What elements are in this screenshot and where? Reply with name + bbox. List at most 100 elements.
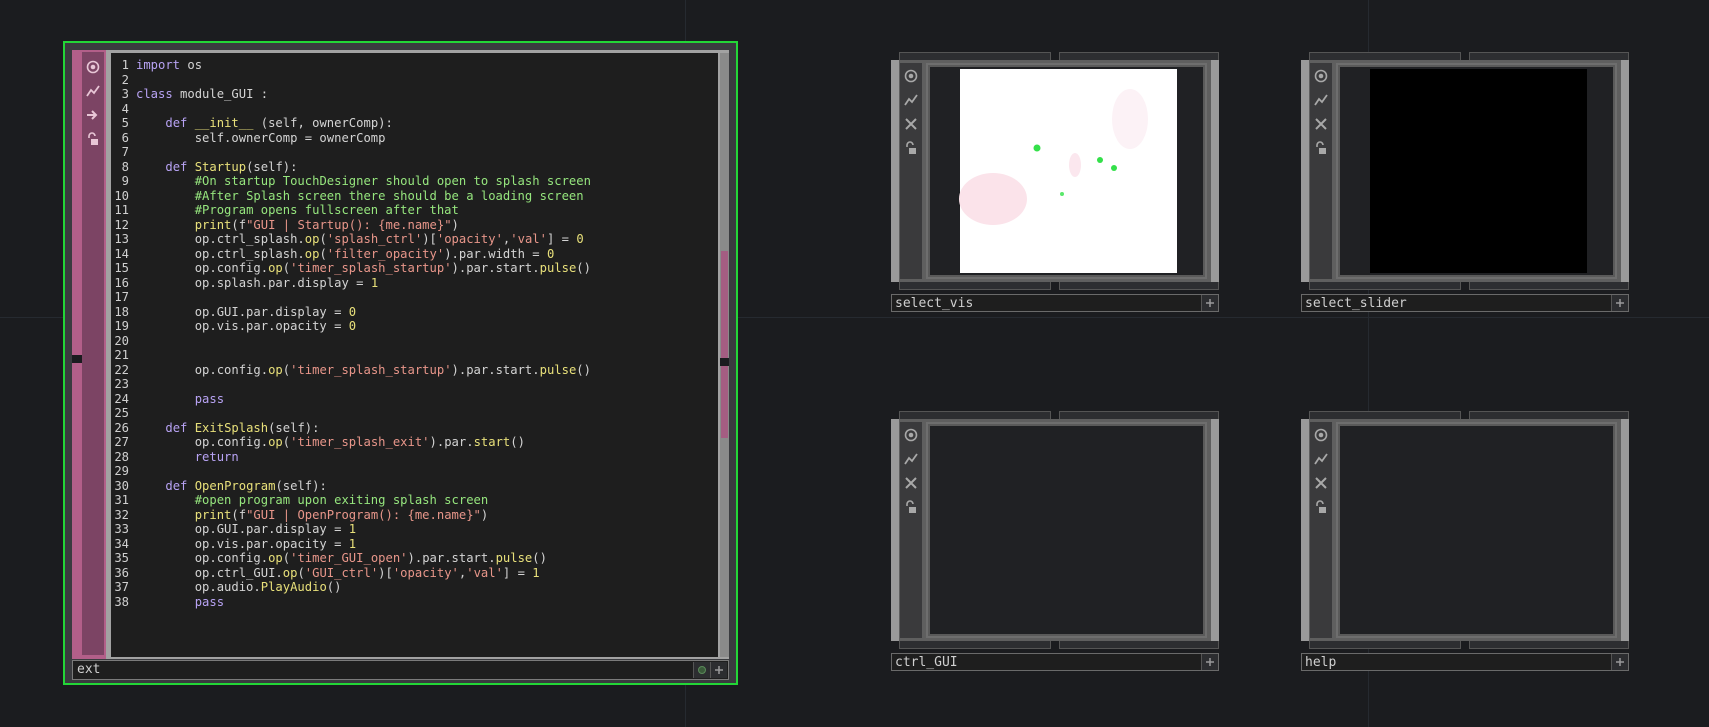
code-line[interactable]: 16 op.splash.par.display = 1	[111, 275, 378, 291]
cook-icon[interactable]	[82, 104, 104, 126]
comp-node-select-slider[interactable]: select_slider	[1301, 52, 1629, 322]
node-name-bar[interactable]: select_vis	[891, 294, 1219, 312]
output-connector[interactable]	[1469, 282, 1629, 290]
code-token: def	[165, 159, 195, 174]
code-token: (self):	[268, 420, 320, 435]
code-token: (f	[231, 507, 247, 522]
code-token: 'timer_splash_startup'	[290, 261, 452, 275]
code-token: print	[194, 507, 232, 522]
input-connector[interactable]	[1309, 52, 1461, 60]
bypass-icon[interactable]	[82, 80, 104, 102]
viewer-icon[interactable]	[1310, 424, 1332, 446]
output-connector[interactable]	[1469, 641, 1629, 649]
output-connector[interactable]	[1309, 641, 1461, 649]
code-token: PlayAudio	[260, 580, 327, 594]
input-connector[interactable]	[1469, 411, 1629, 419]
code-token: (self, ownerComp):	[253, 116, 393, 130]
code-line[interactable]: 22 op.config.op('timer_splash_startup').…	[111, 362, 591, 378]
node-name-label[interactable]: select_slider	[1305, 295, 1407, 311]
node-viewer[interactable]	[1336, 63, 1617, 279]
output-connector[interactable]	[899, 641, 1051, 649]
output-connector[interactable]	[899, 282, 1051, 290]
node-name-bar[interactable]: select_slider	[1301, 294, 1629, 312]
add-icon[interactable]	[710, 662, 727, 678]
output-connector[interactable]	[1059, 282, 1219, 290]
add-icon[interactable]	[1611, 654, 1628, 670]
code-token: ()	[532, 551, 547, 565]
code-line[interactable]: 6 self.ownerComp = ownerComp	[111, 130, 386, 146]
code-token: (	[282, 551, 291, 565]
code-token: )	[480, 507, 489, 522]
input-connector[interactable]	[899, 52, 1051, 60]
bypass-icon[interactable]	[900, 448, 922, 470]
bypass-icon[interactable]	[1310, 448, 1332, 470]
code-token: 1	[532, 565, 540, 580]
code-editor[interactable]: 1 import os 2 3 class module_GUI :45 def __i…	[111, 53, 718, 657]
node-viewer[interactable]	[926, 63, 1207, 279]
comp-node-ctrl-gui[interactable]: ctrl_GUI	[891, 411, 1219, 681]
input-connector[interactable]	[1059, 52, 1219, 60]
close-icon[interactable]	[900, 113, 922, 135]
viewer-icon[interactable]	[82, 56, 104, 78]
code-token: ).par.start.	[451, 362, 540, 377]
code-token: 0	[546, 246, 555, 261]
close-icon[interactable]	[900, 472, 922, 494]
add-icon[interactable]	[1201, 295, 1218, 311]
output-connector[interactable]	[1059, 641, 1219, 649]
code-token: 1	[370, 275, 379, 290]
code-line[interactable]: 19 op.vis.par.opacity = 0	[111, 318, 356, 334]
node-viewer[interactable]	[926, 422, 1207, 638]
lock-icon[interactable]	[900, 496, 922, 518]
code-token: ()	[326, 580, 342, 594]
node-name-bar[interactable]: ext	[72, 660, 729, 680]
viewer-icon[interactable]	[900, 65, 922, 87]
code-line[interactable]: 38 pass	[111, 594, 231, 610]
code-token: 'val'	[510, 232, 547, 246]
input-connector[interactable]	[899, 411, 1051, 419]
close-icon[interactable]	[1310, 472, 1332, 494]
node-name-label[interactable]: ext	[77, 661, 100, 679]
node-name-label[interactable]: select_vis	[895, 295, 973, 311]
code-token: 'timer_splash_startup'	[290, 362, 452, 377]
lock-icon[interactable]	[82, 128, 104, 150]
viewer-icon[interactable]	[1310, 65, 1332, 87]
scrollbar[interactable]	[720, 53, 729, 657]
lock-icon[interactable]	[900, 137, 922, 159]
code-token: op	[268, 261, 283, 275]
node-name-bar[interactable]: ctrl_GUI	[891, 653, 1219, 671]
code-token: ()	[576, 362, 591, 377]
add-icon[interactable]	[1201, 654, 1218, 670]
comp-node-select-vis[interactable]: select_vis	[891, 52, 1219, 322]
add-icon[interactable]	[1611, 295, 1628, 311]
input-connector[interactable]	[1309, 411, 1461, 419]
code-token: pulse	[495, 551, 533, 565]
scrollbar-thumb[interactable]	[721, 251, 728, 438]
code-token: class	[136, 87, 181, 101]
code-token: ).par.start.	[407, 551, 496, 565]
bypass-icon[interactable]	[1310, 89, 1332, 111]
dat-node-ext[interactable]: 1 import os 2 3 class module_GUI :45 def __i…	[63, 41, 738, 685]
code-token: def	[165, 116, 195, 130]
input-connector[interactable]	[1469, 52, 1629, 60]
node-viewer[interactable]	[1336, 422, 1617, 638]
viewer-active-icon[interactable]	[693, 662, 710, 678]
bypass-icon[interactable]	[900, 89, 922, 111]
input-connector[interactable]	[1059, 411, 1219, 419]
code-token: ] =	[502, 565, 533, 580]
viewer-icon[interactable]	[900, 424, 922, 446]
code-token: return	[194, 449, 247, 464]
node-name-bar[interactable]: help	[1301, 653, 1629, 671]
comp-node-help[interactable]: help	[1301, 411, 1629, 681]
lock-icon[interactable]	[1310, 496, 1332, 518]
code-token: __init__	[194, 116, 254, 130]
code-token: pulse	[539, 362, 577, 377]
node-name-label[interactable]: ctrl_GUI	[895, 654, 958, 670]
node-name-label[interactable]: help	[1305, 654, 1336, 670]
output-connector[interactable]	[1309, 282, 1461, 290]
lock-icon[interactable]	[1310, 137, 1332, 159]
close-icon[interactable]	[1310, 113, 1332, 135]
